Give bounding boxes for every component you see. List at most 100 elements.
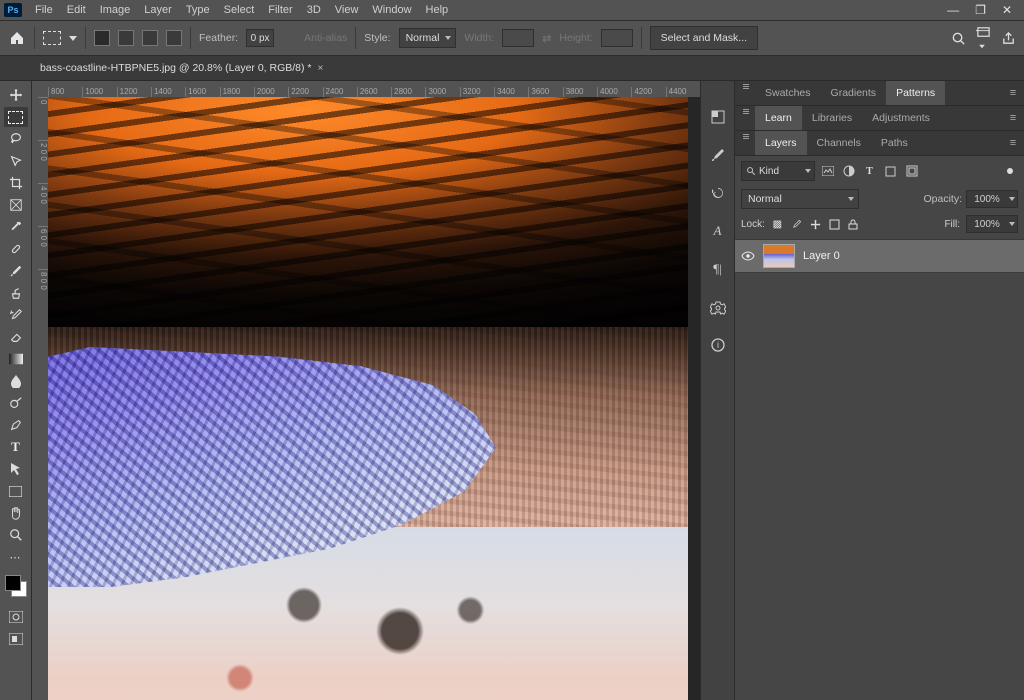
feather-input[interactable]: 0 px	[246, 29, 274, 47]
layer-row[interactable]: Layer 0	[735, 240, 1024, 273]
filter-shape-icon[interactable]	[882, 163, 899, 180]
lock-transparent-icon[interactable]: ▩	[771, 218, 784, 231]
share-icon[interactable]	[1001, 31, 1016, 46]
tool-healing[interactable]	[4, 239, 28, 259]
properties-panel-icon[interactable]	[708, 297, 728, 317]
sel-intersect-icon[interactable]	[166, 30, 182, 46]
tool-blur[interactable]	[4, 371, 28, 391]
tab-paths[interactable]: Paths	[871, 131, 918, 155]
filter-toggle[interactable]	[1001, 163, 1018, 180]
window-restore-icon[interactable]: ❐	[975, 3, 986, 17]
brushes-panel-icon[interactable]	[708, 145, 728, 165]
select-and-mask-button[interactable]: Select and Mask...	[650, 26, 758, 50]
fill-input[interactable]: 100%	[966, 215, 1018, 233]
tool-zoom[interactable]	[4, 525, 28, 545]
tool-shape[interactable]	[4, 481, 28, 501]
tool-gradient[interactable]	[4, 349, 28, 369]
layer-filter-kind[interactable]: Kind	[741, 161, 815, 181]
home-icon[interactable]	[8, 29, 26, 47]
menu-select[interactable]: Select	[217, 2, 262, 18]
document-canvas[interactable]	[48, 97, 688, 700]
tab-channels[interactable]: Channels	[807, 131, 871, 155]
tool-hand[interactable]	[4, 503, 28, 523]
tool-frame[interactable]	[4, 195, 28, 215]
menu-edit[interactable]: Edit	[60, 2, 93, 18]
menu-view[interactable]: View	[328, 2, 366, 18]
sel-subtract-icon[interactable]	[142, 30, 158, 46]
screen-mode-icon[interactable]	[4, 629, 28, 649]
document-tab-close-icon[interactable]: ×	[318, 63, 324, 74]
workspace-icon[interactable]	[976, 25, 991, 52]
panel-menu-icon[interactable]: ≡	[1002, 131, 1024, 155]
ruler-vertical[interactable]: 02 0 04 0 06 0 08 0 0	[32, 97, 49, 700]
tool-type[interactable]: T	[4, 437, 28, 457]
ruler-tick: 3800	[563, 87, 597, 97]
tool-crop[interactable]	[4, 173, 28, 193]
tab-patterns[interactable]: Patterns	[886, 81, 945, 105]
tab-learn[interactable]: Learn	[755, 106, 802, 130]
panel-menu-icon[interactable]: ≡	[1002, 106, 1024, 130]
ruler-tick: 1800	[220, 87, 254, 97]
tab-libraries[interactable]: Libraries	[802, 106, 862, 130]
tool-lasso[interactable]	[4, 129, 28, 149]
tab-layers[interactable]: Layers	[755, 131, 807, 155]
ruler-tick: 2400	[323, 87, 357, 97]
tool-path-select[interactable]	[4, 459, 28, 479]
panel-menu-icon[interactable]: ≡	[1002, 81, 1024, 105]
ruler-horizontal[interactable]: 8001000120014001600180020002200240026002…	[48, 81, 700, 98]
color-panel-icon[interactable]	[708, 107, 728, 127]
lock-image-icon[interactable]	[790, 218, 803, 231]
quick-mask-icon[interactable]	[4, 607, 28, 627]
paragraph-panel-icon[interactable]: ¶|	[708, 259, 728, 279]
tool-dodge[interactable]	[4, 393, 28, 413]
tool-brush[interactable]	[4, 261, 28, 281]
edit-toolbar-icon[interactable]: ⋯	[4, 547, 28, 567]
sel-new-icon[interactable]	[94, 30, 110, 46]
layer-thumbnail[interactable]	[763, 244, 795, 268]
history-panel-icon[interactable]	[708, 183, 728, 203]
foreground-color[interactable]	[5, 575, 21, 591]
tool-quick-select[interactable]	[4, 151, 28, 171]
window-close-icon[interactable]: ✕	[1002, 3, 1012, 17]
tool-eraser[interactable]	[4, 327, 28, 347]
document-tab[interactable]: bass-coastline-HTBPNE5.jpg @ 20.8% (Laye…	[32, 57, 331, 79]
opacity-input[interactable]: 100%	[966, 190, 1018, 208]
filter-type-icon[interactable]: T	[861, 163, 878, 180]
lock-all-icon[interactable]	[847, 218, 860, 231]
window-minimize-icon[interactable]: —	[947, 3, 959, 17]
info-panel-icon[interactable]: i	[708, 335, 728, 355]
tool-move[interactable]	[4, 85, 28, 105]
sel-add-icon[interactable]	[118, 30, 134, 46]
menu-image[interactable]: Image	[93, 2, 138, 18]
color-swatches[interactable]	[5, 575, 27, 597]
character-panel-icon[interactable]: A	[708, 221, 728, 241]
menu-type[interactable]: Type	[179, 2, 217, 18]
search-icon[interactable]	[951, 31, 966, 46]
lock-artboard-icon[interactable]	[828, 218, 841, 231]
lock-position-icon[interactable]	[809, 218, 822, 231]
tool-pen[interactable]	[4, 415, 28, 435]
filter-adjust-icon[interactable]	[840, 163, 857, 180]
tool-history-brush[interactable]	[4, 305, 28, 325]
tab-swatches[interactable]: Swatches	[755, 81, 821, 105]
menu-window[interactable]: Window	[365, 2, 418, 18]
tab-adjustments[interactable]: Adjustments	[862, 106, 940, 130]
menu-layer[interactable]: Layer	[137, 2, 179, 18]
layer-name[interactable]: Layer 0	[803, 250, 840, 262]
style-select[interactable]: Normal	[399, 28, 457, 48]
tool-clone[interactable]	[4, 283, 28, 303]
tool-marquee[interactable]	[4, 107, 28, 127]
ruler-origin[interactable]	[32, 81, 49, 98]
menu-filter[interactable]: Filter	[261, 2, 299, 18]
tool-eyedropper[interactable]	[4, 217, 28, 237]
menu-help[interactable]: Help	[419, 2, 456, 18]
menu-3d[interactable]: 3D	[300, 2, 328, 18]
menu-file[interactable]: File	[28, 2, 60, 18]
layer-visibility-icon[interactable]	[741, 249, 755, 263]
marquee-indicator-icon[interactable]	[43, 31, 61, 45]
filter-pixel-icon[interactable]	[819, 163, 836, 180]
filter-smart-icon[interactable]	[903, 163, 920, 180]
blend-mode-select[interactable]: Normal	[741, 189, 859, 209]
tool-preset-dropdown-icon[interactable]	[69, 36, 77, 41]
tab-gradients[interactable]: Gradients	[821, 81, 887, 105]
